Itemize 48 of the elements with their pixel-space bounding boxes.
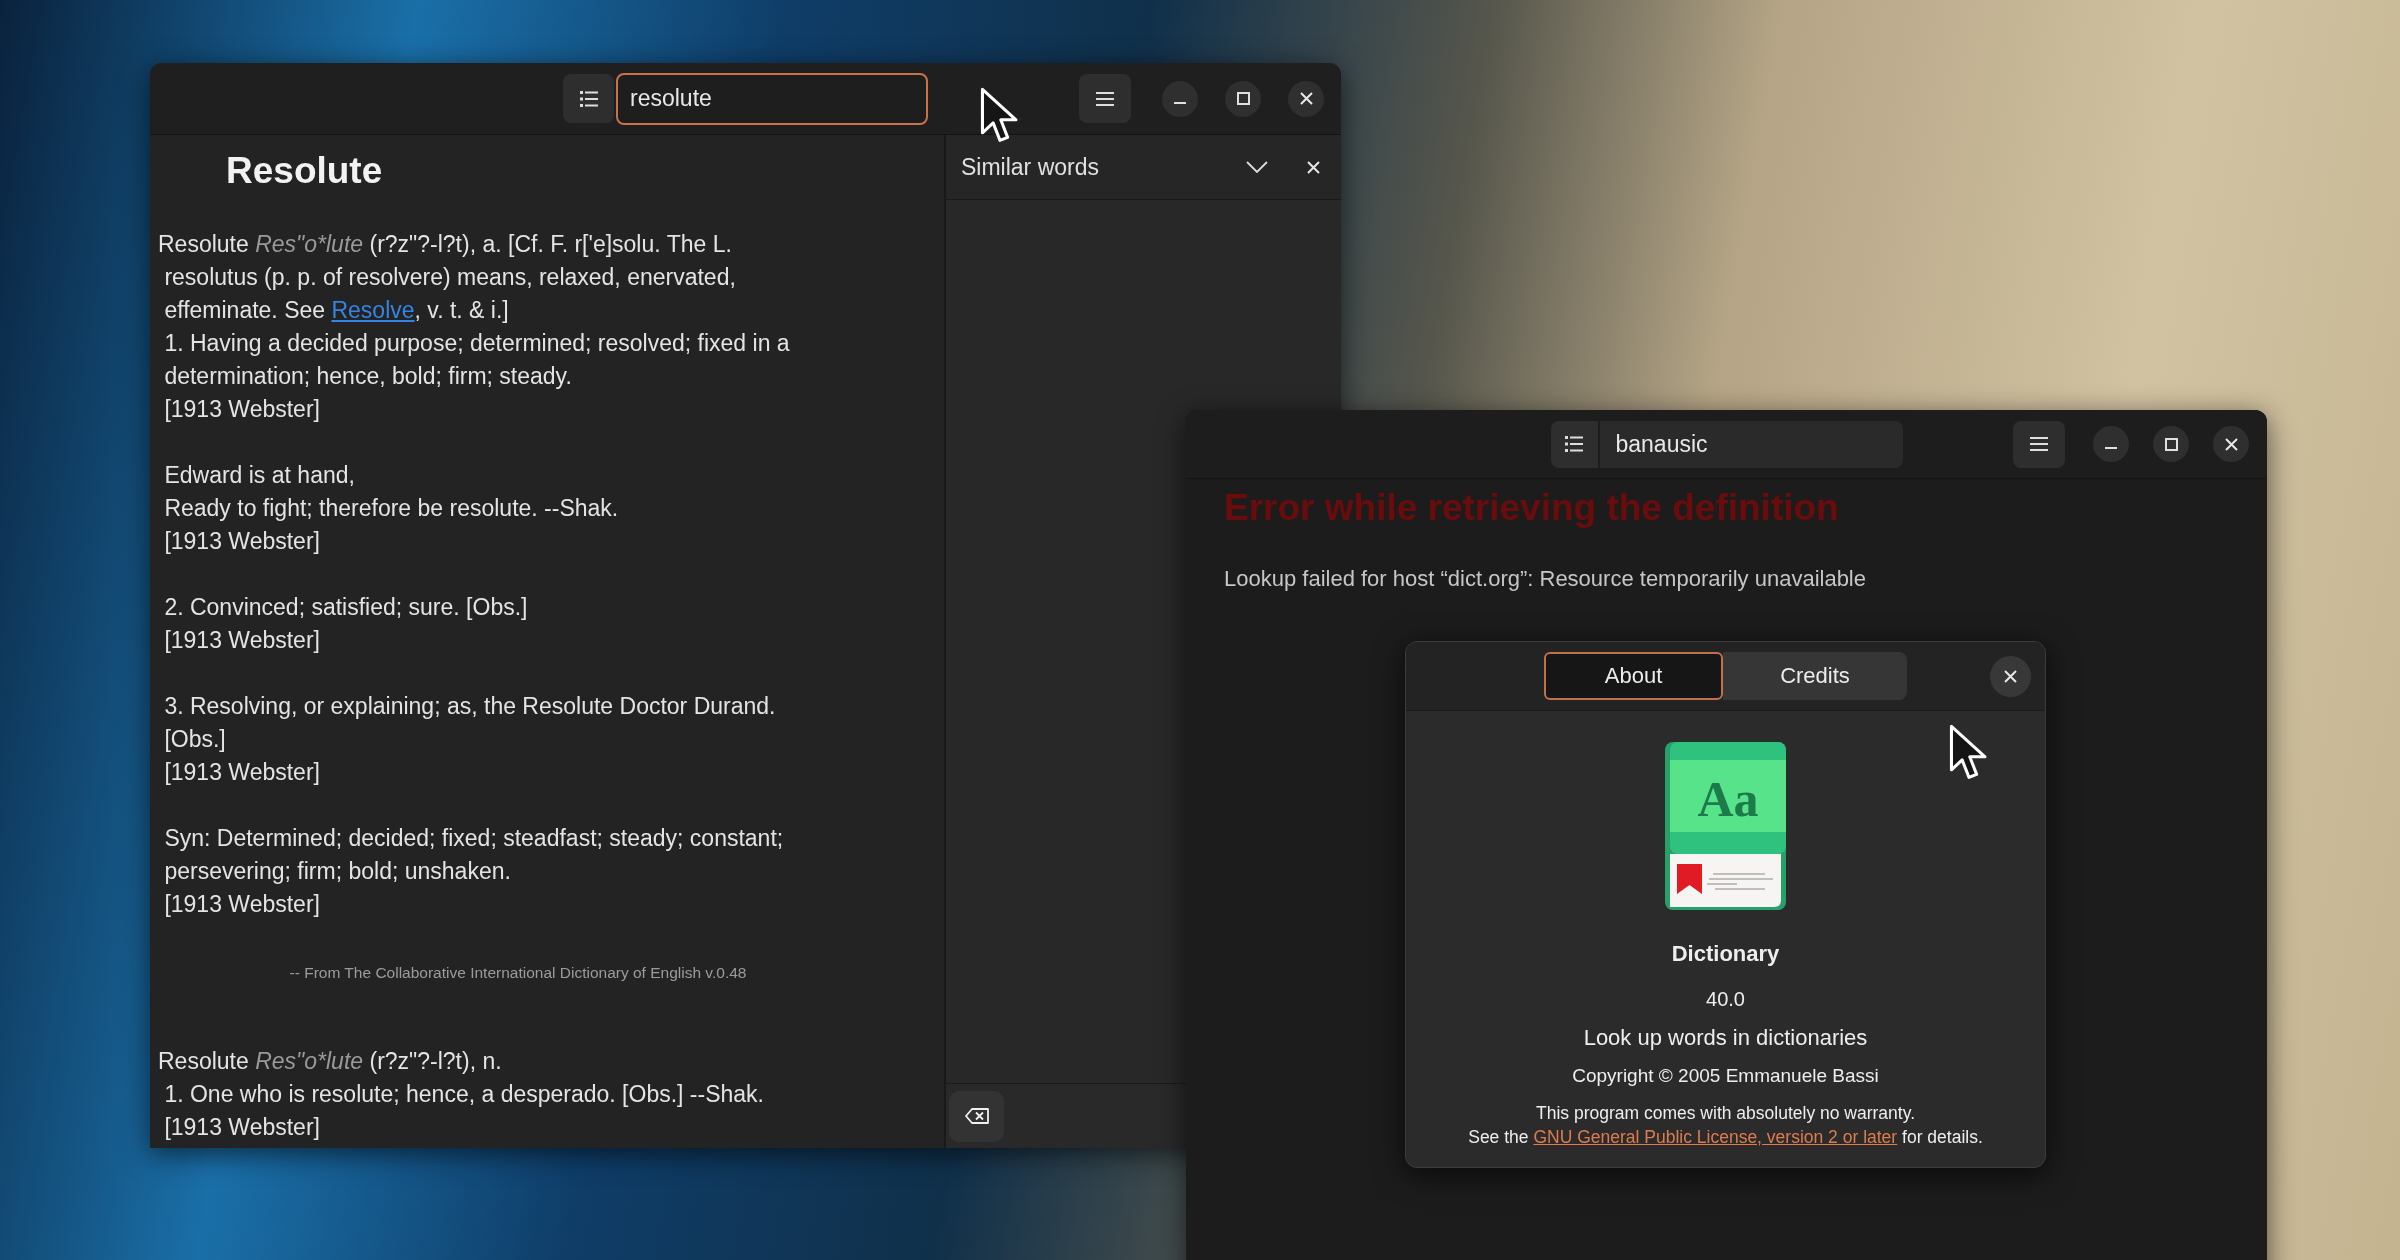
book-icon: Aa — [1665, 742, 1786, 912]
definition-text: Edward is at hand, Ready to fight; therefore be resolute. --Shak. [1913 Webster] — [163, 461, 620, 556]
pointer-icon — [1949, 724, 1989, 782]
close-icon — [2004, 669, 2017, 683]
close-icon — [1306, 160, 1320, 174]
maximize-button[interactable] — [2153, 426, 2189, 462]
close-button[interactable] — [2213, 426, 2249, 462]
copyright-text: Copyright © 2005 Emmanuele Bassi — [1572, 1064, 1879, 1088]
menu-icon — [2030, 437, 2048, 451]
close-icon — [1299, 92, 1313, 105]
list-icon — [579, 90, 598, 107]
close-button[interactable] — [1990, 655, 2031, 697]
chevron-down-icon — [1246, 161, 1268, 173]
close-button[interactable] — [1288, 80, 1324, 117]
minimize-icon — [2105, 447, 2117, 449]
menu-button[interactable] — [1079, 74, 1131, 123]
menu-icon — [1096, 91, 1114, 106]
search-field[interactable]: resolute — [616, 72, 928, 125]
cross-reference-link[interactable]: Resolve — [331, 297, 415, 323]
list-icon — [1565, 436, 1583, 452]
error-message: Lookup failed for host “dict.org”: Resource temporarily unavailable — [1224, 565, 1867, 593]
definition-text: Syn: Determined; decided; fixed; steadfast; steady; constant; persevering; firm; bold; unshaken. [1913 Webster] — [163, 824, 785, 919]
sidebar-toggle-button[interactable] — [563, 74, 614, 123]
clear-button[interactable] — [949, 1090, 1004, 1142]
app-description: Look up words in dictionaries — [1583, 1024, 1868, 1052]
backspace-icon — [964, 1108, 989, 1124]
menu-button[interactable] — [2013, 420, 2065, 468]
sidebar-title: Similar words — [961, 153, 1101, 181]
tab[interactable]: About — [1544, 652, 1723, 700]
license-link[interactable]: GNU General Public License, version 2 or later — [1533, 1127, 1898, 1147]
maximize-button[interactable] — [1225, 80, 1261, 117]
sidebar-toggle-button[interactable] — [1550, 420, 1598, 468]
source-note: -- From The Collaborative International Dictionary of English v.0.48 — [288, 963, 748, 983]
version-label: 40.0 — [1706, 987, 1745, 1012]
definition-text: 2. Convinced; satisfied; sure. [Obs.] [1913 Webster] — [163, 593, 529, 655]
word-title: Resolute — [226, 149, 384, 193]
maximize-icon — [1236, 92, 1250, 105]
search-field[interactable]: banausic — [1599, 420, 1903, 468]
definition-text: Resolute Res"o*lute (r?z"?-l?t), a. [Cf. F. r['e]solu. The L. resolutus (p. p. of resolvere) means, relaxed, enervated, effeminate. See Resolve, v. t. & i.] 1. Having a decided purpose; determined; resolved; fixed in a determination; hence, bold; firm; steady. [1913 Webster] — [158, 230, 791, 424]
definition-text: Resolute Res"o*lute (r?z"?-l?t), n. 1. One who is resolute; hence, a desperado. [Obs.] --Shak. [1913 Webster] — [158, 1047, 765, 1142]
minimize-icon — [1174, 101, 1186, 104]
error-title: Error while retrieving the definition — [1224, 486, 1840, 530]
tab[interactable]: Credits — [1723, 652, 1907, 700]
maximize-icon — [2164, 437, 2178, 451]
app-name: Dictionary — [1671, 940, 1780, 968]
license-text: This program comes with absolutely no warranty. See the GNU General Public License, version 2 or later for details. — [1468, 1102, 1983, 1149]
definition-text: 3. Resolving, or explaining; as, the Resolute Doctor Durand. [Obs.] [1913 Webster] — [163, 692, 777, 787]
close-icon — [2224, 437, 2238, 451]
